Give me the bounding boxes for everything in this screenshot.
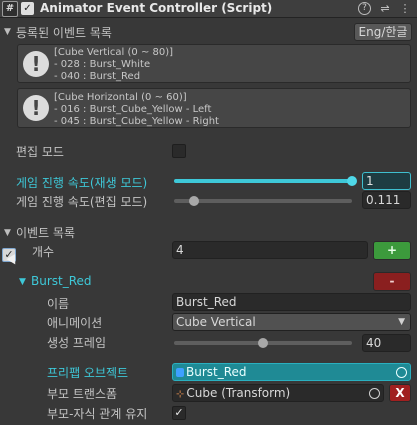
add-event-button[interactable]: + [373, 241, 411, 260]
warning-icon: ! [23, 51, 49, 77]
help-text-line: [Cube Horizontal (0 ~ 60)] [54, 92, 187, 103]
help-text-line: - 028 : Burst_White [54, 59, 151, 70]
event-list-label: 이벤트 목록 [16, 226, 76, 240]
help-text-line: [Cube Vertical (0 ~ 80)] [54, 47, 174, 58]
frame-input[interactable]: 40 [362, 334, 411, 352]
keep-relation-checkbox[interactable]: ✓ [172, 406, 186, 420]
clear-parent-button[interactable]: X [389, 384, 411, 402]
component-header: # ✓ Animator Event Controller (Script) ?… [0, 0, 417, 18]
prefab-cube-icon [176, 368, 184, 377]
script-icon: # [2, 1, 18, 17]
foldout-arrow-icon[interactable]: ▼ [4, 27, 11, 37]
animation-label: 애니메이션 [47, 316, 103, 330]
parent-transform-value: Cube (Transform) [186, 386, 291, 400]
registered-events-label: 등록된 이벤트 목록 [16, 26, 112, 40]
component-enabled-checkbox[interactable]: ✓ [21, 2, 34, 15]
object-picker-icon[interactable] [369, 388, 380, 399]
keep-relation-label: 부모-자식 관계 유지 [47, 407, 148, 421]
name-label: 이름 [47, 297, 70, 311]
language-toggle-button[interactable]: Eng/한글 [354, 23, 412, 41]
edit-mode-checkbox[interactable] [172, 144, 186, 158]
name-input[interactable]: Burst_Red [172, 293, 411, 311]
frame-slider-handle[interactable] [258, 338, 268, 348]
parent-transform-field[interactable]: ⊹ Cube (Transform) [172, 384, 384, 402]
menu-icon[interactable]: ⋮ [398, 1, 412, 16]
foldout-arrow-icon[interactable]: ▼ [4, 228, 11, 238]
help-box: ! [Cube Horizontal (0 ~ 60)] - 016 : Bur… [17, 88, 411, 128]
presets-icon[interactable]: ⇌ [378, 1, 392, 16]
event-item-title[interactable]: Burst_Red [31, 274, 92, 288]
chevron-down-icon: ▼ [398, 317, 405, 327]
help-text-line: - 040 : Burst_Red [54, 71, 141, 82]
play-speed-label: 게임 진행 속도(재생 모드) [16, 176, 148, 190]
foldout-arrow-icon[interactable]: ▼ [19, 277, 26, 287]
play-speed-input[interactable]: 1 [362, 172, 411, 190]
parent-transform-label: 부모 트랜스폼 [47, 387, 118, 401]
warning-icon: ! [23, 95, 49, 121]
play-speed-slider-handle[interactable] [347, 176, 357, 186]
event-count-label: 개수 [32, 245, 55, 259]
help-text-line: - 045 : Burst_Cube_Yellow - Right [54, 116, 219, 127]
animation-dropdown-value: Cube Vertical [176, 315, 256, 329]
edit-speed-slider-handle[interactable] [188, 196, 199, 206]
animation-dropdown[interactable]: Cube Vertical ▼ [172, 313, 411, 331]
play-speed-slider-track[interactable] [174, 179, 352, 183]
help-icon[interactable]: ? [358, 2, 371, 15]
prefab-label: 프리팹 오브젝트 [47, 366, 129, 380]
component-title: Animator Event Controller (Script) [40, 1, 273, 15]
edit-mode-label: 편집 모드 [16, 145, 64, 159]
help-text-line: - 016 : Burst_Cube_Yellow - Left [54, 104, 212, 115]
prefab-object-field[interactable]: Burst_Red [172, 363, 411, 381]
frame-label: 생성 프레임 [47, 336, 107, 350]
prefab-value: Burst_Red [186, 365, 247, 379]
remove-event-button[interactable]: - [373, 272, 411, 291]
help-box: ! [Cube Vertical (0 ~ 80)] - 028 : Burst… [17, 44, 411, 83]
edit-speed-label: 게임 진행 속도(편집 모드) [16, 195, 148, 209]
edit-speed-slider-track[interactable] [174, 199, 352, 203]
transform-icon: ⊹ [176, 389, 185, 400]
object-picker-icon[interactable] [396, 367, 407, 378]
event-count-input[interactable]: 4 [172, 241, 368, 259]
edit-speed-input[interactable]: 0.111 [362, 191, 411, 209]
